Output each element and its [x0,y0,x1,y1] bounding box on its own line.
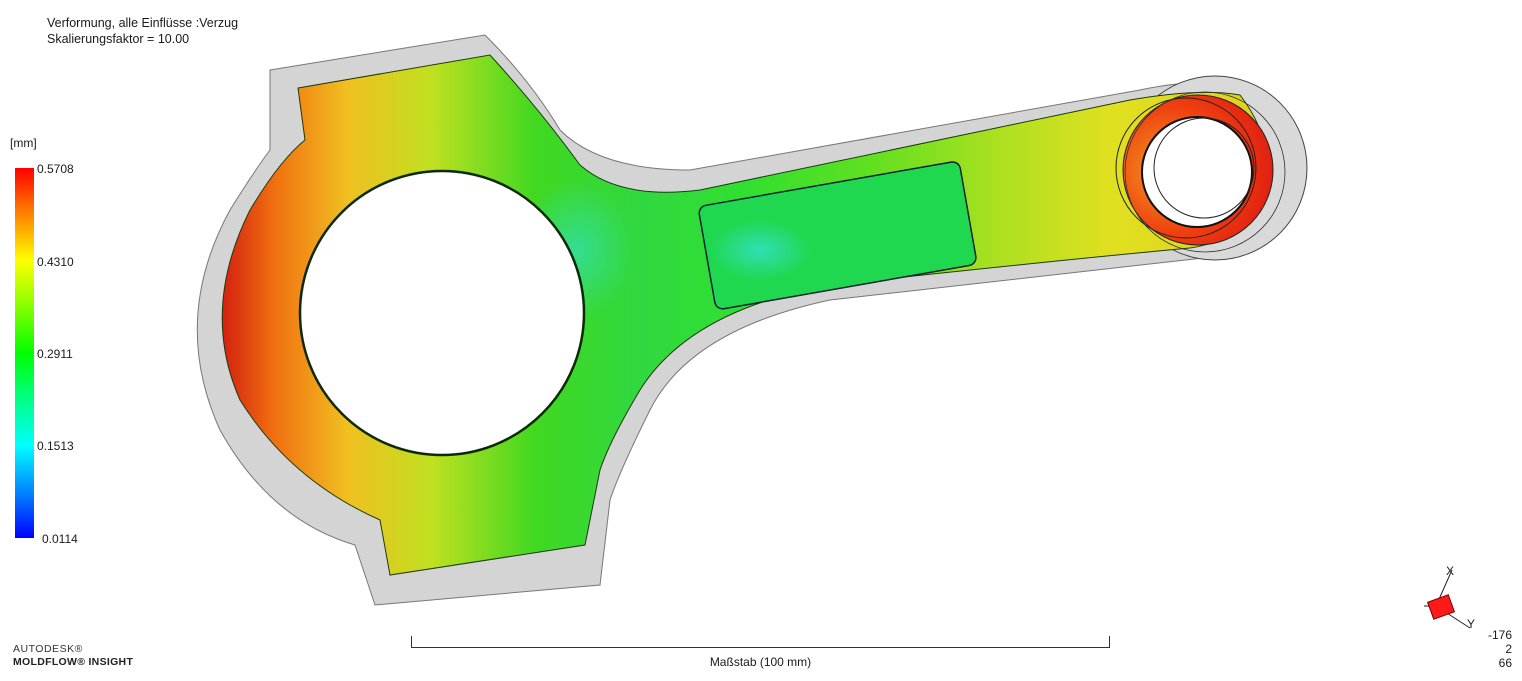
axis-triad-icon[interactable]: X Y [1412,560,1482,630]
brand-line-1: AUTODESK® [13,643,83,655]
brand-line-2: MOLDFLOW® INSIGHT [13,656,134,668]
view-value-3: 66 [1498,656,1512,670]
view-value-2: 2 [1505,642,1512,656]
scale-bar-label: Maßstab (100 mm) [709,655,812,669]
scale-bar [411,636,1110,648]
brand-logo: AUTODESK® MOLDFLOW® INSIGHT [13,643,133,669]
model-viewport[interactable] [0,0,1522,681]
triad-y-label: Y [1467,617,1475,630]
triad-x-label: X [1446,564,1454,578]
view-rotation-readout: -176 2 66 [1488,628,1512,670]
view-value-1: -176 [1487,628,1512,642]
